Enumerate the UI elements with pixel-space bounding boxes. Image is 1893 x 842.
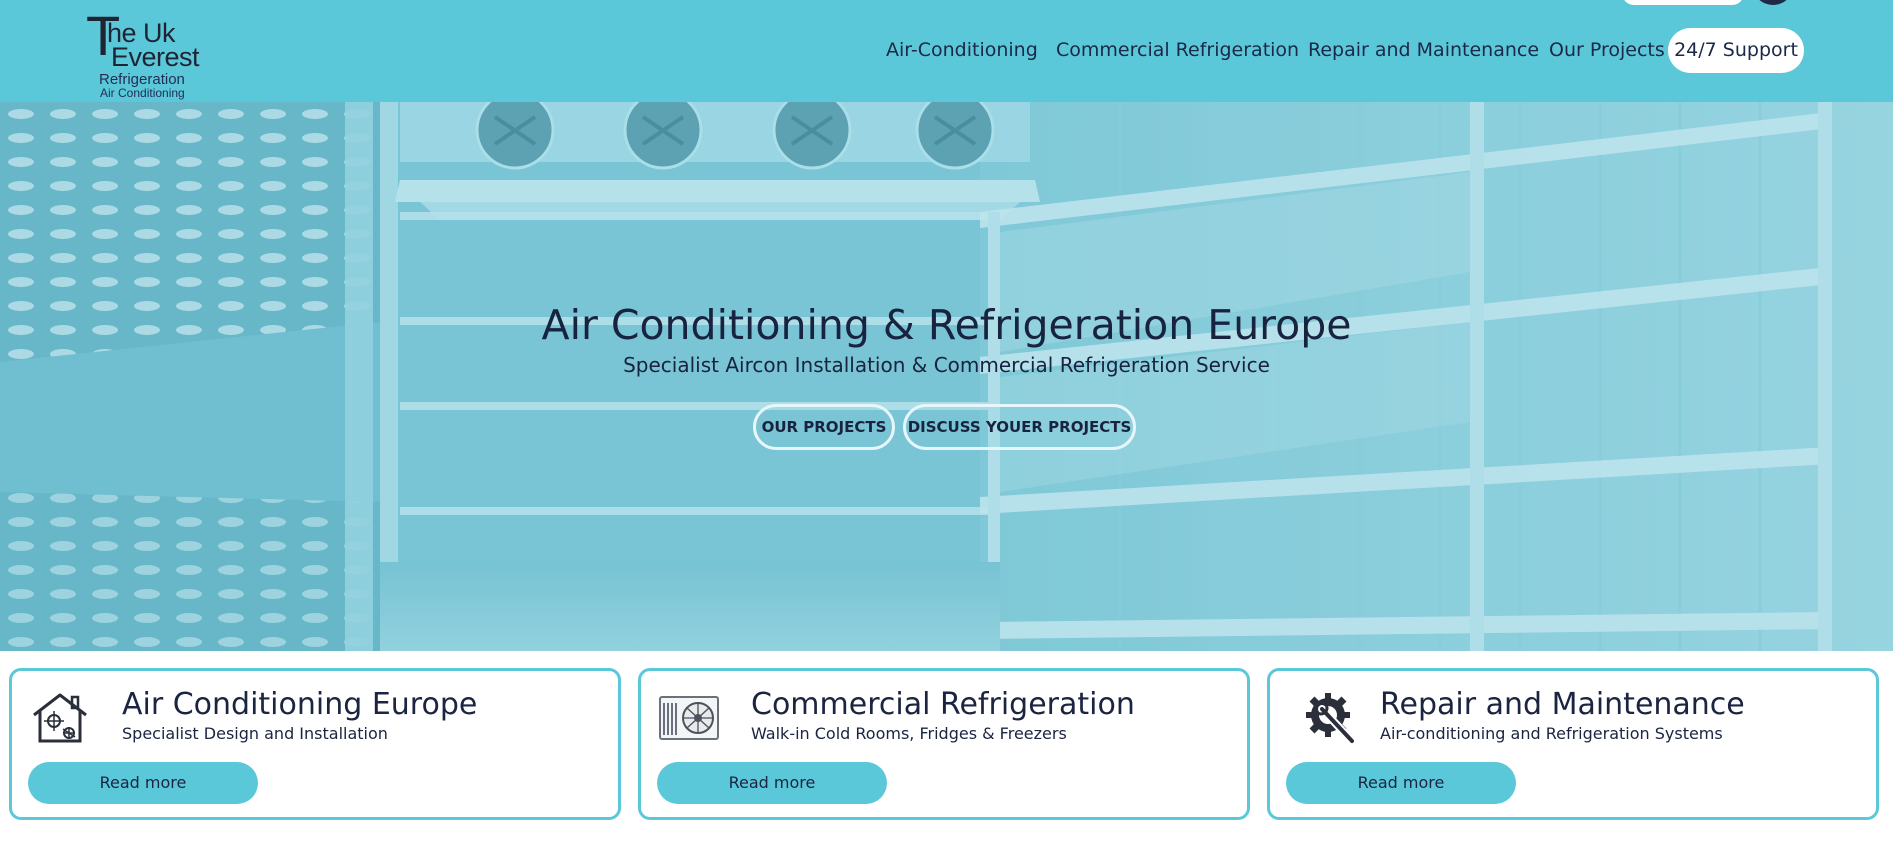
card-subtitle: Air-conditioning and Refrigeration Syste… [1380, 724, 1723, 743]
air-conditioner-unit-icon [657, 689, 721, 747]
service-card-air-conditioning: Air Conditioning Europe Specialist Desig… [9, 668, 621, 820]
logo-line-3: Refrigeration [99, 71, 185, 88]
logo-line-4: Air Conditioning [100, 86, 185, 100]
read-more-button[interactable]: Read more [28, 762, 258, 804]
nav-commercial-refrigeration[interactable]: Commercial Refrigeration [1056, 38, 1299, 62]
card-subtitle: Specialist Design and Installation [122, 724, 388, 743]
header-top-button[interactable] [1622, 0, 1744, 5]
our-projects-button[interactable]: OUR PROJECTS [753, 404, 895, 450]
card-title: Repair and Maintenance [1380, 687, 1745, 722]
hero-title: Air Conditioning & Refrigeration Europe [541, 301, 1352, 349]
service-card-repair-maintenance: Repair and Maintenance Air-conditioning … [1267, 668, 1879, 820]
gear-wrench-icon [1300, 689, 1364, 747]
read-more-button[interactable]: Read more [1286, 762, 1516, 804]
card-subtitle: Walk-in Cold Rooms, Fridges & Freezers [751, 724, 1067, 743]
discuss-projects-button[interactable]: DISCUSS YOUER PROJECTS [903, 404, 1136, 450]
smart-home-climate-icon [28, 689, 92, 747]
nav-repair-maintenance[interactable]: Repair and Maintenance [1308, 38, 1539, 62]
service-card-commercial-refrigeration: Commercial Refrigeration Walk-in Cold Ro… [638, 668, 1250, 820]
nav-air-conditioning[interactable]: Air-Conditioning [886, 38, 1038, 62]
header-top-circle[interactable] [1752, 0, 1794, 5]
hero-subtitle: Specialist Aircon Installation & Commerc… [623, 353, 1270, 377]
card-title: Commercial Refrigeration [751, 687, 1135, 722]
hero-banner: Air Conditioning & Refrigeration Europe … [0, 102, 1893, 651]
card-title: Air Conditioning Europe [122, 687, 478, 722]
read-more-button[interactable]: Read more [657, 762, 887, 804]
main-navigation: Air-Conditioning Commercial Refrigeratio… [0, 28, 1893, 74]
site-header: T he Uk Everest Refrigeration Air Condit… [0, 0, 1893, 102]
support-button[interactable]: 24/7 Support [1668, 28, 1804, 73]
nav-our-projects[interactable]: Our Projects [1549, 38, 1665, 62]
